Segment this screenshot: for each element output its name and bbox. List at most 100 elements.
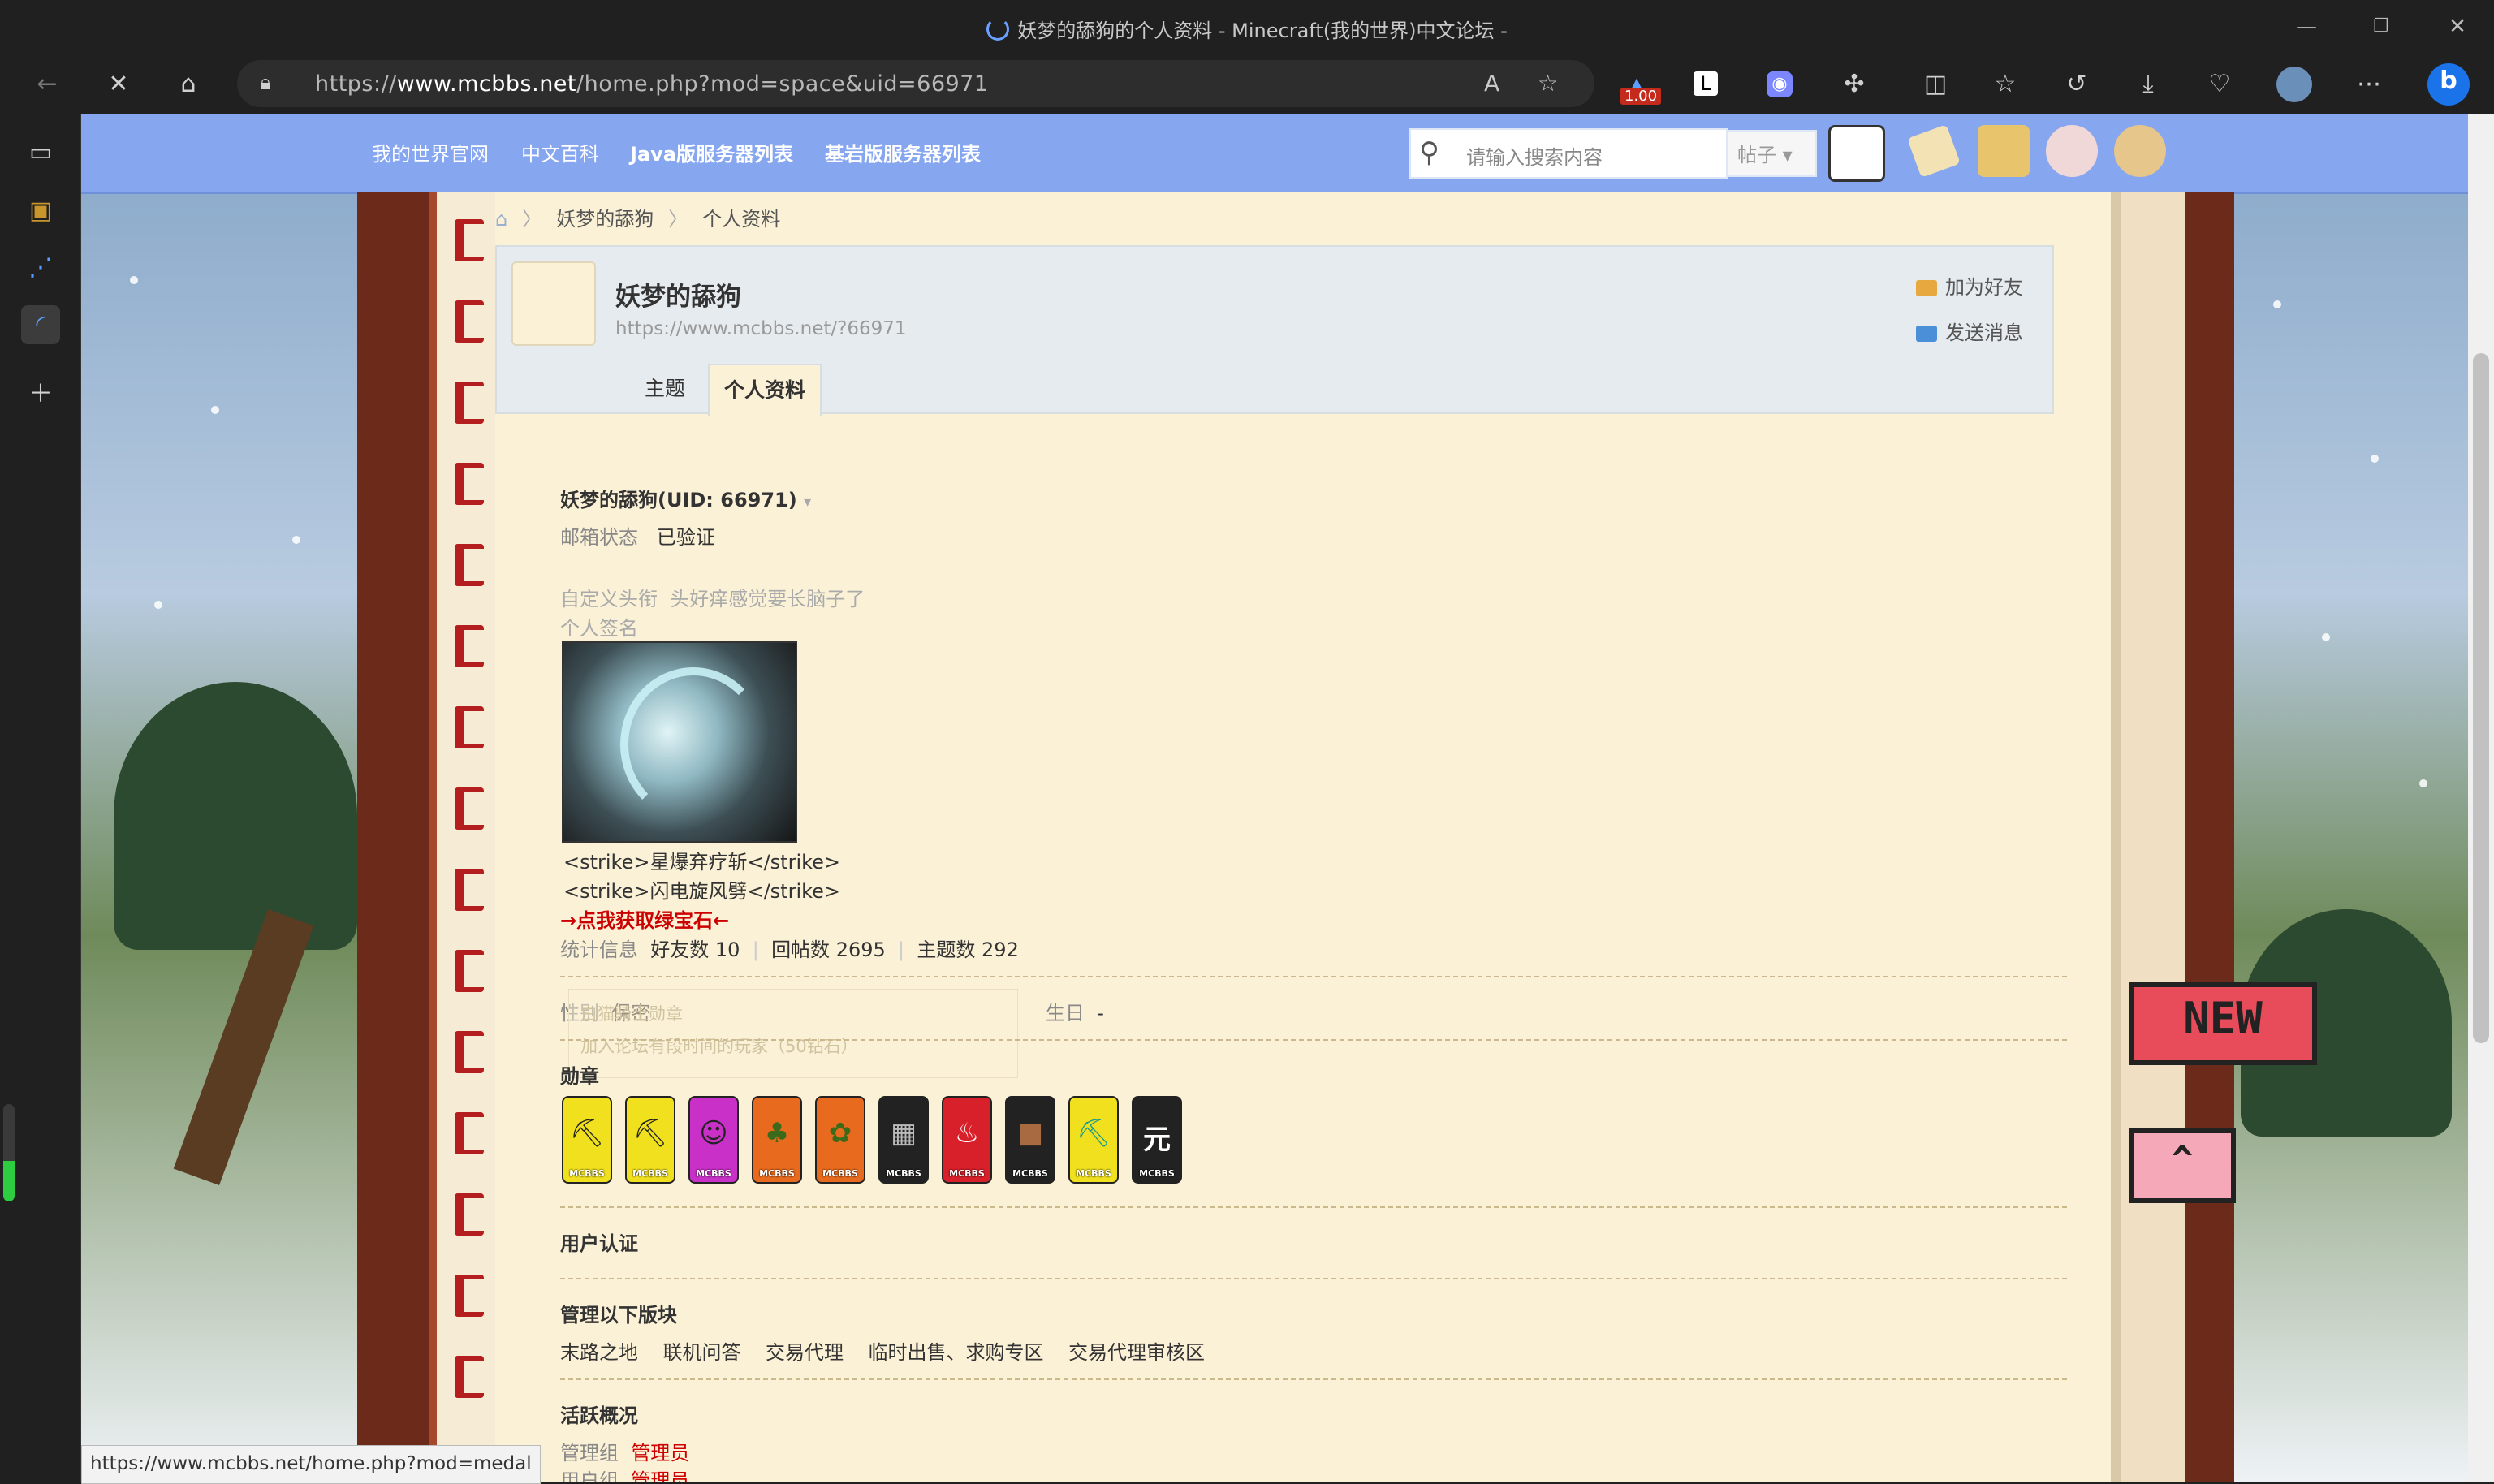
medal-villager[interactable]: ■ MCBBS (1005, 1096, 1055, 1184)
search-scope-select[interactable]: 帖子 ▾ (1726, 130, 1817, 177)
window-title: 妖梦的舔狗的个人资料 - Minecraft(我的世界)中文论坛 - (0, 15, 2494, 43)
medal-java[interactable]: ♨ MCBBS (942, 1096, 992, 1184)
minimize-button[interactable]: — (2288, 8, 2325, 45)
back-arrow-icon[interactable]: ← (29, 67, 65, 102)
board-link[interactable]: 交易代理审核区 (1068, 1341, 1205, 1364)
medal-ore[interactable]: ▦ MCBBS (878, 1096, 929, 1184)
snowflake (211, 406, 219, 414)
medal-diamond-pickaxe[interactable]: ⛏ MCBBS (1068, 1096, 1119, 1184)
dropdown-caret-icon[interactable]: ▾ (804, 494, 811, 511)
divider (560, 1206, 2067, 1208)
new-flag-button[interactable]: NEW (2129, 982, 2317, 1065)
send-message-button[interactable]: 发送消息 (1916, 317, 2023, 345)
divider (560, 1378, 2067, 1380)
friends-count[interactable]: 好友数 10 (650, 938, 740, 961)
home-icon[interactable]: ⌂ (495, 208, 507, 231)
medal-character[interactable]: ☺ MCBBS (688, 1096, 739, 1184)
back-to-top-icon[interactable]: ^ (2129, 1128, 2236, 1203)
frame-ornament (455, 1112, 484, 1154)
page-viewport: 我的世界官网 中文百科 Java版服务器列表 基岩版服务器列表 ⚲ 请输入搜索内… (81, 114, 2468, 1482)
window-title-bar: 妖梦的舔狗的个人资料 - Minecraft(我的世界)中文论坛 - — ❐ ✕ (0, 0, 2494, 55)
address-url[interactable]: https://www.mcbbs.net/home.php?mod=space… (315, 71, 989, 97)
frame-ornament (455, 869, 484, 911)
signature-emerald-link[interactable]: →点我获取绿宝石← (560, 904, 729, 933)
search-input[interactable]: 请输入搜索内容 (1466, 141, 1603, 170)
close-window-button[interactable]: ✕ (2439, 8, 2476, 45)
frame-ornament (455, 463, 484, 505)
frame-ornament (455, 1031, 484, 1073)
nav-link-official[interactable]: 我的世界官网 (372, 138, 489, 166)
message-envelope-icon[interactable] (1907, 124, 1961, 178)
medal-yuan[interactable]: 元 MCBBS (1132, 1096, 1182, 1184)
more-menu-icon[interactable]: ⋯ (2351, 67, 2387, 102)
right-frame-inner (2111, 192, 2195, 1482)
address-bar[interactable]: 🔒︎ https://www.mcbbs.net/home.php?mod=sp… (237, 60, 1594, 107)
tab-actions-icon[interactable]: ▭ (21, 133, 60, 172)
history-icon[interactable]: ↺ (2059, 67, 2095, 102)
user-avatar-icon[interactable] (1828, 125, 1885, 182)
profile-avatar-image[interactable] (511, 261, 596, 346)
favorites-icon[interactable]: ☆ (1987, 67, 2023, 102)
tab-favicon-mc[interactable]: ▣ (21, 192, 60, 231)
profile-short-url[interactable]: https://www.mcbbs.net/?66971 (615, 318, 907, 339)
tab-profile[interactable]: 个人资料 (708, 364, 822, 416)
medal-plant[interactable]: ♣ MCBBS (752, 1096, 802, 1184)
search-icon[interactable]: ⚲ (1419, 136, 1439, 169)
read-aloud-icon[interactable]: A (1484, 70, 1499, 97)
extension-icon-3[interactable]: ◉ (1767, 71, 1793, 97)
medal-bush[interactable]: ✿ MCBBS (815, 1096, 865, 1184)
split-screen-icon[interactable]: ◫ (1918, 67, 1953, 102)
add-favorite-icon[interactable]: ☆ (1538, 70, 1558, 97)
home-icon[interactable]: ⌂ (170, 67, 206, 102)
restore-button[interactable]: ❐ (2362, 8, 2400, 45)
snowflake (2371, 455, 2379, 463)
board-link[interactable]: 临时出售、求购专区 (869, 1341, 1044, 1364)
managed-boards: 末路之地 联机问答 交易代理 临时出售、求购专区 交易代理审核区 (560, 1336, 1205, 1365)
frame-ornament (455, 382, 484, 424)
bing-copilot-icon[interactable]: b (2427, 63, 2470, 106)
search-box: ⚲ 请输入搜索内容 帖子 ▾ (1409, 128, 1817, 179)
downloads-icon[interactable]: ⤓ (2130, 67, 2166, 102)
breadcrumb: ⌂ 〉妖梦的舔狗〉个人资料 (495, 208, 781, 231)
user-group-row: 用户组 管理员 (560, 1465, 689, 1482)
breadcrumb-profile[interactable]: 个人资料 (702, 208, 780, 231)
tab-favicon-active[interactable]: ◜ (21, 305, 60, 344)
extension-icon-2[interactable]: L (1694, 71, 1718, 96)
manage-label: 管理以下版块 (560, 1304, 677, 1327)
scrollbar-thumb[interactable] (2473, 353, 2489, 1043)
board-link[interactable]: 交易代理 (766, 1341, 844, 1364)
add-friend-button[interactable]: 加为好友 (1916, 271, 2023, 300)
tab-favicon-loading[interactable]: ⋰ (21, 248, 60, 287)
palette-icon[interactable] (2114, 125, 2166, 177)
user-group-link[interactable]: 管理员 (631, 1469, 689, 1482)
right-frame-border (2185, 192, 2234, 1482)
nav-link-bedrock-servers[interactable]: 基岩版服务器列表 (825, 138, 981, 166)
performance-icon[interactable]: ♡ (2202, 67, 2237, 102)
divider (560, 1039, 2067, 1041)
extensions-puzzle-icon[interactable]: ✣ (1836, 67, 1872, 102)
crafting-box-icon[interactable] (1978, 125, 2030, 177)
bg-tree (114, 682, 357, 950)
signature-line-2: <strike>闪电旋风劈</strike> (563, 880, 841, 903)
medal-pickaxe[interactable]: ⛏ MCBBS (625, 1096, 675, 1184)
profile-avatar[interactable] (2276, 67, 2312, 102)
threads-count[interactable]: 主题数 292 (917, 938, 1018, 961)
replies-count[interactable]: 回帖数 2695 (771, 938, 886, 961)
stop-loading-icon[interactable]: ✕ (101, 67, 136, 102)
tab-threads[interactable]: 主题 (630, 364, 700, 414)
medal-pickaxe[interactable]: ⛏ MCBBS (562, 1096, 612, 1184)
new-tab-icon[interactable]: ＋ (21, 375, 60, 414)
page-scrollbar[interactable] (2468, 114, 2494, 1482)
mail-icon (1916, 326, 1937, 342)
lock-icon[interactable]: 🔒︎ (260, 71, 271, 96)
breadcrumb-user[interactable]: 妖梦的舔狗 (556, 208, 654, 231)
birthday-row: 生日 - (1046, 1002, 1104, 1025)
board-link[interactable]: 末路之地 (560, 1341, 638, 1364)
browser-toolbar: ← ✕ ⌂ 🔒︎ https://www.mcbbs.net/home.php?… (0, 55, 2494, 114)
nav-link-wiki[interactable]: 中文百科 (521, 138, 599, 166)
nav-link-java-servers[interactable]: Java版服务器列表 (630, 138, 793, 166)
board-link[interactable]: 联机问答 (663, 1341, 741, 1364)
admin-group-link[interactable]: 管理员 (631, 1442, 689, 1465)
potion-icon[interactable] (2046, 125, 2098, 177)
signature-image (562, 641, 797, 843)
